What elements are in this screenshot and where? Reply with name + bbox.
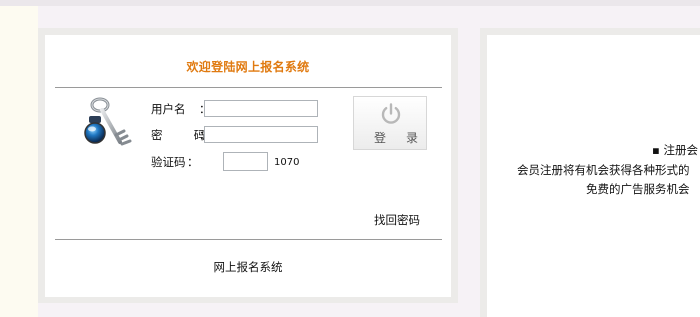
captcha-label: 验证码 xyxy=(151,155,186,169)
right-panel-line-1: ▪ 注册会 xyxy=(652,143,698,157)
login-button[interactable]: 登录 xyxy=(353,96,427,150)
login-title: 欢迎登陆网上报名系统 xyxy=(186,60,310,74)
title-divider xyxy=(55,87,442,88)
power-icon xyxy=(381,103,401,124)
footer-divider xyxy=(55,239,442,240)
right-panel-line-2: 会员注册将有机会获得各种形式的 xyxy=(517,163,690,177)
password-input[interactable] xyxy=(204,126,318,143)
captcha-code: 1070 xyxy=(274,157,300,168)
captcha-input[interactable] xyxy=(223,152,268,171)
left-gutter xyxy=(0,6,38,317)
captcha-colon: ： xyxy=(187,155,199,169)
username-label: 用户名 xyxy=(151,102,186,116)
username-input[interactable] xyxy=(204,100,318,117)
right-panel-line-3: 免费的广告服务机会 xyxy=(586,182,690,196)
key-icon xyxy=(84,97,132,146)
footer-text: 网上报名系统 xyxy=(213,260,283,274)
password-label: 密 码 xyxy=(151,128,206,142)
recover-password-link[interactable]: 找回密码 xyxy=(374,212,420,228)
top-strip xyxy=(0,0,700,6)
login-button-label: 登录 xyxy=(374,131,439,145)
